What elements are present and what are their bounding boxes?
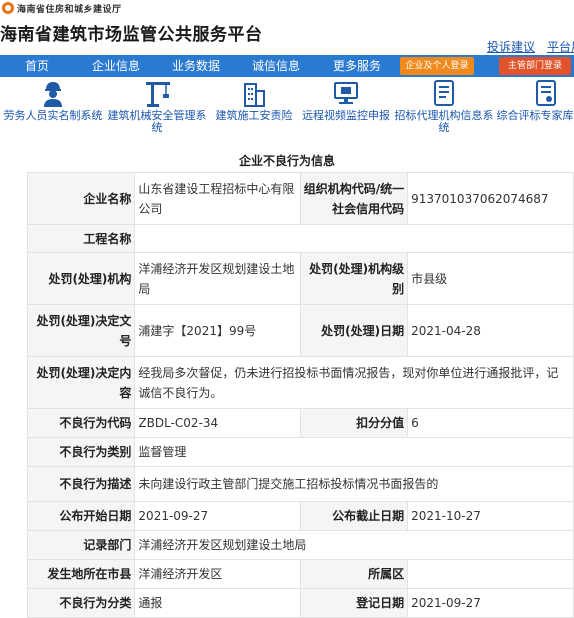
shortcut-label: 综合评标专家库系统 [496, 109, 574, 122]
emblem-icon [2, 2, 14, 14]
logo-bar: 海南省住房和城乡建设厅 [0, 0, 574, 18]
city-value: 洋浦经济开发区 [134, 559, 301, 589]
table-row: 发生地所在市县 洋浦经济开发区 所属区 [26, 559, 574, 589]
shortcut-labor-system[interactable]: 劳务人员实名制系统 [2, 78, 104, 122]
nav-home[interactable]: 首页 [8, 55, 66, 77]
authority-label: 处罚(处理)机构 [26, 252, 136, 305]
shortcut-label: 远程视频监控申报 [302, 109, 390, 122]
decision-no-value: 浦建字【2021】99号 [134, 304, 301, 357]
document-icon [434, 80, 454, 106]
table-row: 不良行为描述 未向建设行政主管部门提交施工招标投标情况书面报告的 [26, 466, 574, 502]
section-title: 企业不良行为信息 [238, 154, 335, 168]
org-code-label: 组织机构代码/统一社会信用代码 [299, 172, 409, 225]
table-row: 不良行为分类 通报 登记日期 2021-09-27 [26, 588, 574, 618]
behavior-code-label: 不良行为代码 [26, 408, 136, 438]
logo-text: 海南省住房和城乡建设厅 [17, 5, 122, 15]
deduct-label: 扣分分值 [299, 408, 409, 438]
deduct-value: 6 [407, 408, 574, 438]
district-label: 所属区 [299, 559, 409, 589]
authority-level-value: 市县级 [407, 252, 574, 305]
shortcut-tender-agency[interactable]: 招标代理机构信息系统 [394, 78, 494, 134]
nav-more-services[interactable]: 更多服务 [326, 55, 388, 77]
decision-date-value: 2021-04-28 [407, 304, 574, 357]
project-name-label: 工程名称 [26, 224, 136, 253]
table-row: 处罚(处理)决定文号 浦建字【2021】99号 处罚(处理)日期 2021-04… [26, 304, 574, 357]
worker-icon [44, 82, 62, 107]
register-date-label: 登记日期 [299, 588, 409, 618]
company-name-value: 山东省建设工程招标中心有限公司 [134, 172, 301, 225]
decision-date-label: 处罚(处理)日期 [299, 304, 409, 357]
record-dept-label: 记录部门 [26, 530, 136, 560]
behavior-type-label: 不良行为类别 [26, 437, 136, 467]
service-shortcuts: 劳务人员实名制系统 建筑机械安全管理系统 建筑施工安责险 远程视频监控申报 招标… [0, 78, 574, 140]
shortcut-label: 建筑机械安全管理系统 [107, 109, 207, 134]
crane-icon [146, 82, 170, 107]
company-name-label: 企业名称 [26, 172, 136, 225]
shortcut-label: 劳务人员实名制系统 [3, 109, 103, 122]
table-row: 处罚(处理)决定内容 经我局多次督促，仍未进行招投标书面情况报告，现对你单位进行… [26, 356, 574, 409]
building-icon [244, 83, 265, 107]
publish-start-label: 公布开始日期 [26, 501, 136, 531]
nav-business-data[interactable]: 业务数据 [166, 55, 226, 77]
table-row: 不良行为类别 监督管理 [26, 437, 574, 467]
publish-end-label: 公布截止日期 [299, 501, 409, 531]
company-login-button[interactable]: 企业及个人登录 [400, 57, 474, 75]
top-links: 投诉建议平台用户 [487, 38, 574, 55]
publish-end-value: 2021-10-27 [407, 501, 574, 531]
shortcut-label: 建筑施工安责险 [215, 109, 293, 122]
decision-content-value: 经我局多次督促，仍未进行招投标书面情况报告，现对你单位进行通报批评，记诚信不良行… [134, 356, 574, 409]
authority-login-button[interactable]: 主管部门登录 [499, 57, 571, 75]
platform-user-link[interactable]: 平台用户 [547, 40, 574, 54]
shortcut-expert-database[interactable]: 综合评标专家库系统 [496, 78, 574, 122]
category-label: 不良行为分类 [26, 588, 136, 618]
decision-no-label: 处罚(处理)决定文号 [26, 304, 136, 357]
nav-company-info[interactable]: 企业信息 [86, 55, 146, 77]
register-date-value: 2021-09-27 [407, 588, 574, 618]
site-title: 海南省建筑市场监管公共服务平台 [0, 25, 263, 45]
table-row: 企业名称 山东省建设工程招标中心有限公司 组织机构代码/统一社会信用代码 913… [26, 172, 574, 225]
behavior-code-value: ZBDL-C02-34 [134, 408, 301, 438]
table-row: 处罚(处理)机构 洋浦经济开发区规划建设土地局 处罚(处理)机构级别 市县级 [26, 252, 574, 305]
table-row: 公布开始日期 2021-09-27 公布截止日期 2021-10-27 [26, 501, 574, 531]
publish-start-value: 2021-09-27 [134, 501, 301, 531]
main-nav: 首页 企业信息 业务数据 诚信信息 更多服务 企业及个人登录 主管部门登录 [0, 55, 574, 77]
bad-behavior-table: 企业名称 山东省建设工程招标中心有限公司 组织机构代码/统一社会信用代码 913… [26, 172, 574, 618]
city-label: 发生地所在市县 [26, 559, 136, 589]
table-row: 记录部门 洋浦经济开发区规划建设土地局 [26, 530, 574, 560]
table-row: 工程名称 [26, 224, 574, 253]
table-row: 不良行为代码 ZBDL-C02-34 扣分分值 6 [26, 408, 574, 438]
category-value: 通报 [134, 588, 301, 618]
district-value [407, 559, 574, 589]
record-dept-value: 洋浦经济开发区规划建设土地局 [134, 530, 574, 560]
behavior-desc-label: 不良行为描述 [26, 466, 136, 502]
behavior-desc-value: 未向建设行政主管部门提交施工招标投标情况书面报告的 [134, 466, 574, 502]
monitor-icon [334, 82, 358, 104]
shortcut-machinery-system[interactable]: 建筑机械安全管理系统 [106, 78, 208, 134]
report-icon [536, 80, 556, 106]
nav-credit-info[interactable]: 诚信信息 [246, 55, 306, 77]
shortcut-video-monitoring[interactable]: 远程视频监控申报 [300, 78, 392, 122]
authority-level-label: 处罚(处理)机构级别 [299, 252, 409, 305]
behavior-type-value: 监督管理 [134, 437, 574, 467]
shortcut-safety-insurance[interactable]: 建筑施工安责险 [210, 78, 298, 122]
authority-value: 洋浦经济开发区规划建设土地局 [134, 252, 301, 305]
org-code-value: 913701037062074687 [407, 172, 574, 225]
project-name-value [134, 224, 574, 253]
shortcut-label: 招标代理机构信息系统 [394, 109, 494, 134]
decision-content-label: 处罚(处理)决定内容 [26, 356, 136, 409]
complaint-link[interactable]: 投诉建议 [487, 40, 535, 54]
